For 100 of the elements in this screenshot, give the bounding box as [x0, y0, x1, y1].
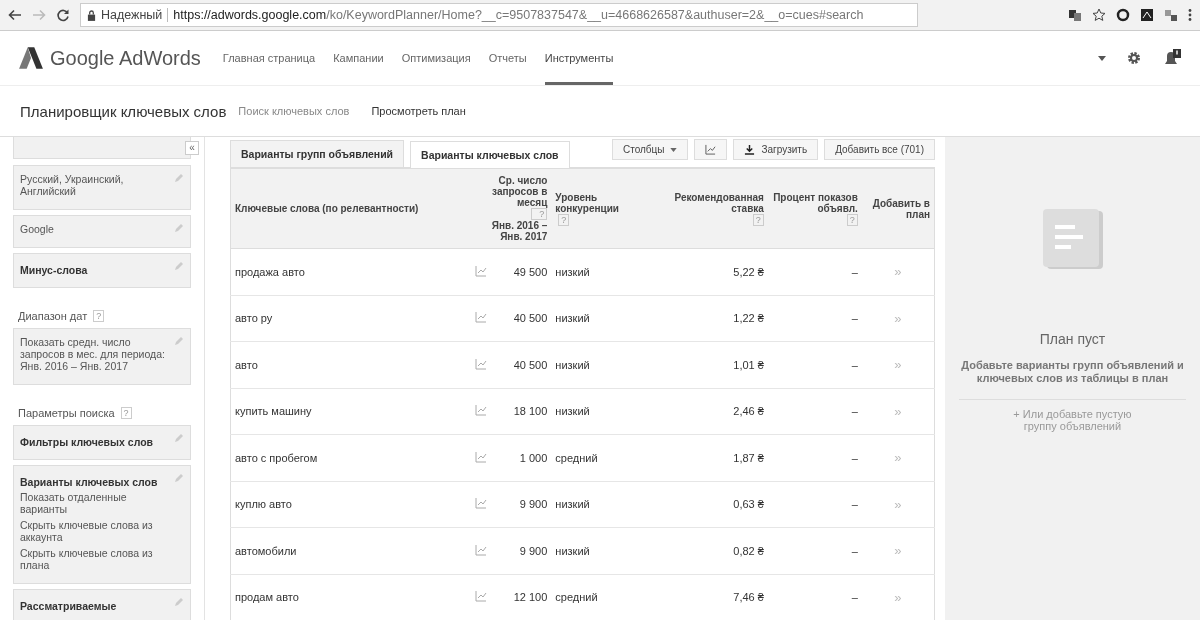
card-text: Русский, Украинский, Английский: [20, 173, 125, 197]
bid-cell: 1,01 ₴: [648, 341, 768, 388]
settings-card[interactable]: Google: [13, 215, 191, 248]
keyword-cell: куплю авто: [230, 481, 471, 528]
bid-cell: 1,87 ₴: [648, 434, 768, 481]
settings-icon[interactable]: [1126, 50, 1142, 66]
settings-card[interactable]: Варианты ключевых слов Показать отдаленные варианты Скрыть ключевые слова из аккаунта Скрыть ключевые слова из плана: [13, 465, 191, 584]
keyword-cell: купить машину: [230, 388, 471, 435]
download-button[interactable]: Загрузить: [733, 139, 819, 160]
column-header[interactable]: Ключевые слова (по релевантности): [235, 203, 419, 214]
address-bar[interactable]: Надежный https://adwords.google.com/ko/KeywordPlanner/Home?__c=9507837547&__u=4668626587&authuser=2&__o=cues#search: [80, 3, 918, 27]
trend-chart-icon[interactable]: [475, 404, 487, 417]
document-icon: [1040, 207, 1105, 271]
edit-icon[interactable]: [174, 597, 184, 607]
column-header[interactable]: Рекомендованная ставка: [652, 191, 764, 214]
nav-tab[interactable]: Кампании: [333, 31, 384, 85]
trend-chart-icon[interactable]: [475, 357, 487, 370]
card-title: Минус-слова: [20, 264, 89, 276]
bid-cell: 2,46 ₴: [648, 388, 768, 435]
competition-cell: средний: [551, 434, 649, 481]
edit-icon[interactable]: [174, 173, 184, 183]
line-chart-icon: [705, 144, 717, 155]
card-text: Показать отдаленные варианты: [20, 491, 128, 515]
settings-card[interactable]: Рассматриваемые: [13, 589, 191, 620]
bid-cell: 0,63 ₴: [648, 481, 768, 528]
competition-cell: низкий: [551, 341, 649, 388]
settings-card[interactable]: [13, 137, 191, 159]
chart-button[interactable]: [694, 139, 728, 160]
nav-tab[interactable]: Оптимизация: [401, 31, 471, 85]
results-tab[interactable]: Варианты ключевых слов: [410, 141, 570, 168]
dropdown-icon[interactable]: [1098, 55, 1106, 61]
edit-icon[interactable]: [174, 336, 184, 346]
bid-cell: 5,22 ₴: [648, 248, 768, 295]
impression-share-cell: –: [767, 481, 862, 528]
searches-cell: 49 500: [497, 248, 552, 295]
card-text: Google: [20, 223, 55, 235]
subnav-link[interactable]: Поиск ключевых слов: [238, 105, 350, 117]
edit-icon[interactable]: [174, 473, 184, 483]
keyword-cell: авто: [230, 341, 471, 388]
searches-cell: 18 100: [497, 388, 552, 435]
nav-tab[interactable]: Инструменты: [544, 31, 614, 85]
trend-chart-icon[interactable]: [475, 590, 487, 603]
searches-cell: 40 500: [497, 295, 552, 342]
add-all-button[interactable]: Добавить все (701): [824, 139, 935, 160]
edit-icon[interactable]: [174, 433, 184, 443]
star-icon[interactable]: [1092, 8, 1106, 22]
impression-share-cell: –: [767, 295, 862, 342]
settings-card[interactable]: Фильтры ключевых слов: [13, 425, 191, 460]
trend-chart-icon[interactable]: [475, 311, 487, 324]
edit-icon[interactable]: [174, 261, 184, 271]
keyword-cell: авто ру: [230, 295, 471, 342]
page-title: Планировщик ключевых слов: [20, 102, 227, 120]
bid-cell: 7,46 ₴: [648, 574, 768, 620]
column-header[interactable]: Процент показов объявл.: [771, 191, 858, 214]
searches-cell: 1 000: [497, 434, 552, 481]
settings-card[interactable]: Минус-слова: [13, 253, 191, 288]
security-label: Надежный: [101, 8, 163, 22]
app-logo[interactable]: Google AdWords: [50, 46, 201, 70]
column-header[interactable]: Уровень конкуренции: [555, 191, 645, 214]
settings-card[interactable]: Русский, Украинский, Английский: [13, 165, 191, 210]
back-icon[interactable]: [8, 8, 22, 22]
logo-icon: [18, 45, 44, 71]
collapse-button[interactable]: «: [185, 141, 199, 155]
url-text: https://adwords.google.com/ko/KeywordPlanner/Home?__c=9507837547&__u=4668626587&authuser=2&__o=cues#search: [173, 8, 864, 22]
trend-chart-icon[interactable]: [475, 497, 487, 510]
competition-cell: низкий: [551, 295, 649, 342]
card-text: Показать средн. число запросов в мес. для периода: Янв. 2016 – Янв. 2017: [20, 336, 166, 372]
trend-chart-icon[interactable]: [475, 543, 487, 556]
settings-card[interactable]: Показать средн. число запросов в мес. для периода: Янв. 2016 – Янв. 2017: [13, 328, 191, 385]
keyword-cell: автомобили: [230, 527, 471, 574]
reload-icon[interactable]: [56, 8, 70, 22]
competition-cell: низкий: [551, 481, 649, 528]
subnav-link[interactable]: Просмотреть план: [371, 105, 466, 117]
keyword-cell: авто с пробегом: [230, 434, 471, 481]
card-title: Рассматриваемые: [20, 600, 118, 612]
column-header[interactable]: Ср. число запросов в месяц: [475, 175, 548, 208]
keyword-cell: продажа авто: [230, 248, 471, 295]
nav-tab[interactable]: Отчеты: [488, 31, 527, 85]
menu-icon[interactable]: [1188, 8, 1192, 22]
card-title: Варианты ключевых слов: [20, 476, 159, 488]
searches-cell: 12 100: [497, 574, 552, 620]
trend-chart-icon[interactable]: [475, 264, 487, 277]
impression-share-cell: –: [767, 388, 862, 435]
columns-button[interactable]: Столбцы: [611, 139, 689, 160]
trend-chart-icon[interactable]: [475, 450, 487, 463]
card-title: Фильтры ключевых слов: [20, 436, 155, 448]
searches-cell: 40 500: [497, 341, 552, 388]
section-heading: Параметры поиска: [18, 407, 115, 419]
edit-icon[interactable]: [174, 223, 184, 233]
competition-cell: низкий: [551, 527, 649, 574]
nav-tab[interactable]: Главная страница: [222, 31, 316, 85]
competition-cell: низкий: [551, 248, 649, 295]
lock-icon: [87, 9, 96, 21]
results-tab[interactable]: Варианты групп объявлений: [230, 140, 405, 167]
column-subheader: Янв. 2016 – Янв. 2017: [490, 220, 548, 242]
card-text: Скрыть ключевые слова из плана: [20, 547, 154, 571]
bid-cell: 0,82 ₴: [648, 527, 768, 574]
impression-share-cell: –: [767, 341, 862, 388]
forward-icon[interactable]: [32, 8, 46, 22]
plan-title: План пуст: [1039, 331, 1106, 347]
